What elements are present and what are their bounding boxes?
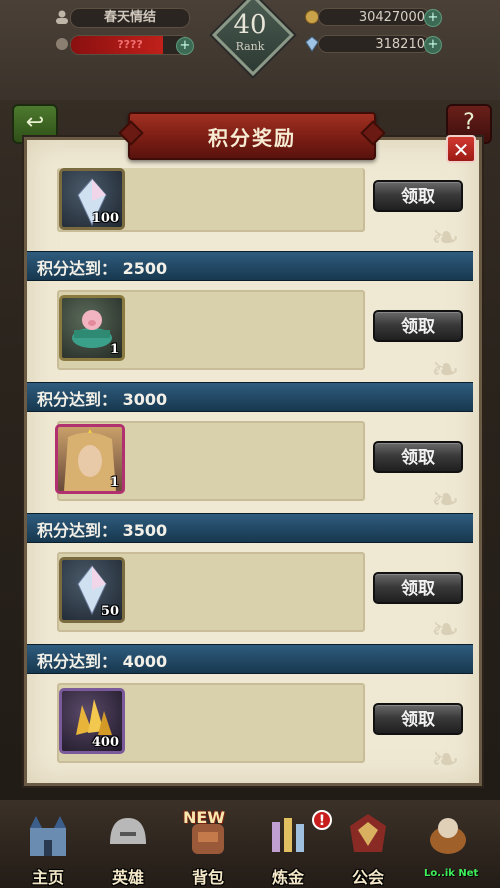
rank-badge: 40 Rank: [211, 0, 295, 77]
top-hud: 春天情结 ???? + 40 Rank 30427000 + 318210 +: [0, 0, 500, 100]
alert-badge: !: [312, 810, 332, 830]
guild-icon: [350, 814, 386, 852]
nav-item-home[interactable]: 主页: [8, 800, 88, 888]
dialog-title: 积分奖励: [208, 126, 296, 150]
score-threshold-text: 积分达到： 2500: [37, 259, 168, 278]
item-quantity: 400: [91, 735, 119, 750]
nav-label: 主页: [31, 868, 64, 887]
claim-button[interactable]: 领取: [373, 703, 463, 735]
exp-icon: [56, 38, 68, 50]
claim-button[interactable]: 领取: [373, 180, 463, 212]
shop-icon: [430, 818, 466, 854]
dialog-title-ribbon: 积分奖励: [128, 112, 376, 160]
gem-count: 318210: [318, 35, 430, 53]
score-threshold-header: 积分达到： 4000: [27, 644, 473, 674]
hero-portrait-icon[interactable]: 1: [55, 424, 125, 494]
coin-count: 30427000: [318, 8, 430, 26]
claim-button[interactable]: 领取: [373, 310, 463, 342]
gold-crystal-icon[interactable]: 400: [59, 688, 125, 754]
helmet-icon: [110, 818, 146, 844]
nav-label: 背包: [191, 868, 224, 887]
nav-label: 英雄: [111, 868, 144, 887]
nav-label: 炼金: [271, 868, 304, 887]
crystal-icon[interactable]: 50: [59, 557, 125, 623]
nav-label: 公会: [351, 868, 384, 887]
item-quantity: 50: [100, 604, 119, 619]
crystal-icon[interactable]: 100: [59, 168, 125, 230]
reward-dialog: 100 领取 ❧ 积分达到： 2500 1 领取 ❧ 积分达到： 3000 1 …: [24, 137, 482, 786]
pig-chest-icon[interactable]: 1: [59, 295, 125, 361]
score-threshold-header: 积分达到： 2500: [27, 251, 473, 281]
new-badge: NEW: [183, 808, 225, 827]
claim-button[interactable]: 领取: [373, 441, 463, 473]
exp-bar: ????: [70, 35, 190, 55]
rank-number: 40: [233, 10, 267, 40]
score-threshold-text: 积分达到： 3500: [37, 521, 168, 540]
player-icon: [56, 10, 68, 24]
score-threshold-text: 积分达到： 4000: [37, 652, 168, 671]
score-threshold-header: 积分达到： 3500: [27, 513, 473, 543]
coin-plus-button[interactable]: +: [424, 9, 442, 27]
game-screen: 春天情结 ???? + 40 Rank 30427000 + 318210 + …: [0, 0, 500, 888]
nav-item-heroes[interactable]: 英雄: [88, 800, 168, 888]
player-name: 春天情结: [70, 8, 190, 28]
alchemy-icon: [272, 818, 304, 852]
watermark: Lo..ik Net: [424, 868, 479, 879]
rank-label: Rank: [235, 40, 265, 53]
item-quantity: 1: [109, 342, 119, 357]
castle-icon: [30, 816, 66, 856]
gem-plus-button[interactable]: +: [424, 36, 442, 54]
nav-item-guild[interactable]: 公会: [328, 800, 408, 888]
item-quantity: 100: [91, 211, 119, 226]
exp-text: ????: [117, 38, 143, 51]
score-threshold-header: 积分达到： 3000: [27, 382, 473, 412]
score-threshold-text: 积分达到： 3000: [37, 390, 168, 409]
exp-plus-button[interactable]: +: [176, 37, 194, 55]
claim-button[interactable]: 领取: [373, 572, 463, 604]
close-button[interactable]: ✕: [446, 135, 476, 163]
item-quantity: 1: [109, 475, 119, 490]
flourish-ornament: ❧: [431, 740, 460, 780]
